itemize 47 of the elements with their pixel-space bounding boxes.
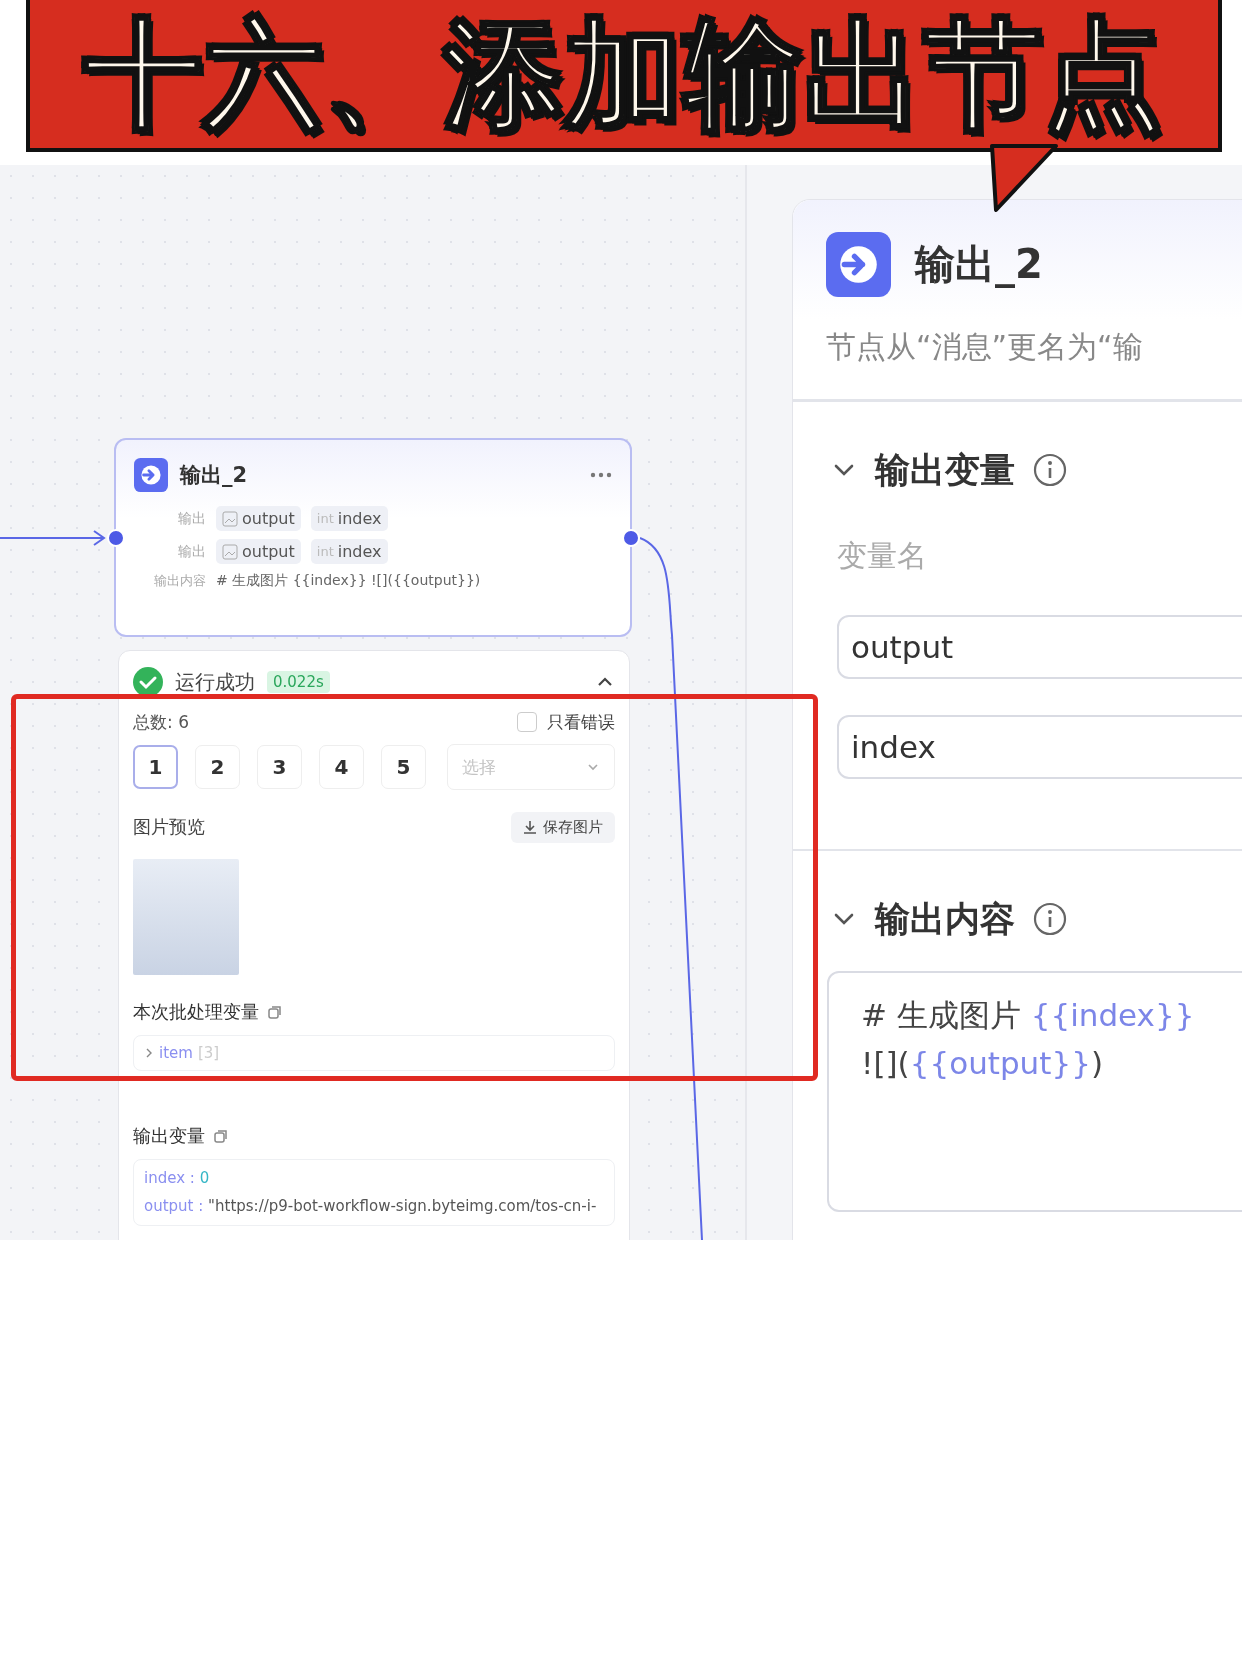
port-dot[interactable] xyxy=(107,529,125,547)
more-icon[interactable] xyxy=(590,472,612,478)
section-label: 本次批处理变量 xyxy=(133,1000,259,1024)
section-title: 输出内容 xyxy=(875,897,1015,941)
page-button[interactable]: 4 xyxy=(319,745,364,789)
save-image-button[interactable]: 保存图片 xyxy=(511,811,615,843)
field-label: 变量名 xyxy=(837,537,928,575)
total-count: 总数: 6 xyxy=(133,710,189,734)
port-dot[interactable] xyxy=(622,529,640,547)
image-icon xyxy=(222,510,238,527)
info-icon xyxy=(1033,453,1067,487)
row-label: 输出 xyxy=(177,542,206,561)
page-button[interactable]: 2 xyxy=(195,745,240,789)
download-icon xyxy=(523,820,537,834)
panel-title: 输出_2 xyxy=(915,240,1043,290)
section-title: 输出变量 xyxy=(875,448,1015,492)
variable-tag: int index xyxy=(310,539,388,564)
node-title: 输出_2 xyxy=(180,462,248,489)
status-text: 运行成功 xyxy=(175,668,255,696)
node-icon xyxy=(134,458,168,492)
node-card[interactable]: 输出_2 输出 output int index 输出 output int index 输出内容 # 生成图片 {{index}} ![]({{output}}) xyxy=(114,438,632,637)
variable-value: index : 0 xyxy=(144,1168,211,1189)
page-button[interactable]: 3 xyxy=(257,745,302,789)
row-label: 输出内容 xyxy=(153,572,206,590)
page-button[interactable]: 1 xyxy=(133,745,178,789)
variable-value: output : "https://p9-bot-workflow-sign.byteimg.com/tos-cn-i- xyxy=(144,1196,598,1217)
copy-icon[interactable] xyxy=(213,1128,229,1144)
content-text: # 生成图片 {{index}} ![]({{output}}) xyxy=(216,572,481,590)
error-filter-checkbox[interactable]: 只看错误 xyxy=(517,710,615,734)
variable-tag: int index xyxy=(310,506,388,531)
info-icon xyxy=(1033,902,1067,936)
preview-label: 图片预览 xyxy=(133,815,205,839)
row-label: 输出 xyxy=(177,509,206,528)
panel-subtitle: 节点从“消息”更名为“输 xyxy=(826,328,1144,366)
input-field[interactable]: index xyxy=(837,715,1242,779)
variable-tag: output xyxy=(216,506,301,531)
time-badge: 0.022s xyxy=(267,671,330,693)
content-editor[interactable]: # 生成图片 {{index}} ![]({{output}}) xyxy=(827,971,1242,1212)
copy-icon[interactable] xyxy=(267,1004,283,1020)
node-icon xyxy=(826,232,891,297)
variable-tag: output xyxy=(216,539,301,564)
image-icon xyxy=(222,543,238,560)
chevron-icon xyxy=(144,1048,154,1058)
input-field[interactable]: output xyxy=(837,615,1242,679)
section-label: 输出变量 xyxy=(133,1124,205,1148)
page-button[interactable]: 5 xyxy=(381,745,426,789)
check-icon xyxy=(133,667,163,697)
